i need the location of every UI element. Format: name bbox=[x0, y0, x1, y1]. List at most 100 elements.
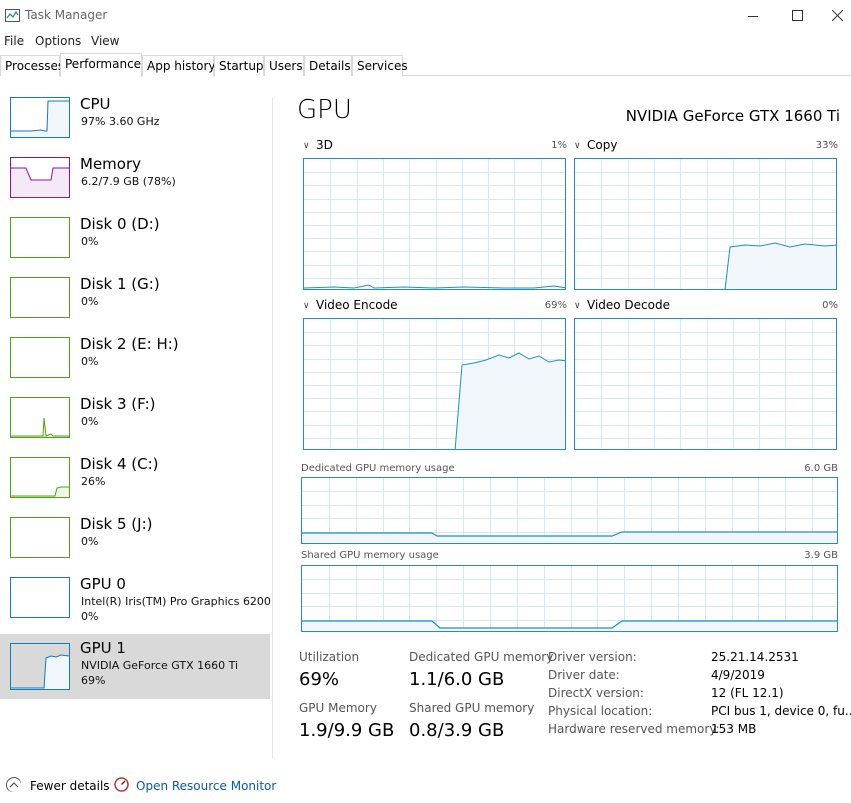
driver-version-label: Driver version: bbox=[548, 650, 637, 664]
dedicated-memory-label: Dedicated GPU memory bbox=[409, 650, 554, 664]
engine-selector-copy[interactable]: ∨ Copy bbox=[574, 138, 617, 152]
disk-4-sparkline bbox=[11, 486, 69, 497]
dedicated-memory-value: 1.1/6.0 GB bbox=[409, 669, 505, 690]
sidebar-item-detail: 97% 3.60 GHz bbox=[81, 115, 160, 128]
engine-selector-3d[interactable]: ∨ 3D bbox=[303, 138, 333, 152]
fewer-details-label: Fewer details bbox=[30, 779, 110, 793]
shared-memory-value: 0.8/3.9 GB bbox=[409, 720, 505, 741]
menu-file[interactable]: File bbox=[4, 34, 24, 48]
sidebar-item-detail: 6.2/7.9 GB (78%) bbox=[81, 175, 176, 188]
sidebar-item-title: Memory bbox=[80, 155, 142, 173]
sidebar-item-disk-0[interactable]: Disk 0 (D:) 0% bbox=[0, 210, 270, 270]
engine-name: 3D bbox=[316, 138, 333, 152]
graph-shared-memory bbox=[301, 565, 838, 632]
sidebar-item-disk-3[interactable]: Disk 3 (F:) 0% bbox=[0, 390, 270, 450]
disk-1-thumbnail-graph bbox=[10, 277, 70, 318]
engine-percent: 1% bbox=[551, 140, 567, 151]
engine-name: Video Encode bbox=[316, 298, 398, 312]
sidebar-item-title: Disk 1 (G:) bbox=[80, 275, 160, 293]
gpu-model-name: NVIDIA GeForce GTX 1660 Ti bbox=[625, 107, 840, 125]
task-manager-window: Task Manager File Options View Processes… bbox=[0, 0, 851, 803]
physical-location-label: Physical location: bbox=[548, 704, 653, 718]
graph-copy-fill bbox=[725, 243, 836, 289]
sidebar-item-title: Disk 4 (C:) bbox=[80, 455, 159, 473]
sidebar-item-gpu-0[interactable]: GPU 0 Intel(R) Iris(TM) Pro Graphics 620… bbox=[0, 570, 271, 630]
utilization-label: Utilization bbox=[299, 650, 360, 664]
tab-performance[interactable]: Performance bbox=[60, 53, 142, 77]
menu-options[interactable]: Options bbox=[35, 34, 81, 48]
chevron-up-circle-icon bbox=[6, 777, 21, 792]
title-bar: Task Manager bbox=[0, 0, 851, 31]
tab-processes[interactable]: Processes bbox=[0, 55, 64, 76]
sidebar-item-title: Disk 3 (F:) bbox=[80, 395, 156, 413]
sidebar-item-detail: 0% bbox=[81, 235, 99, 248]
sidebar-item-gpu-1[interactable]: GPU 1 NVIDIA GeForce GTX 1660 Ti 69% bbox=[0, 634, 270, 699]
sidebar-item-memory[interactable]: Memory 6.2/7.9 GB (78%) bbox=[0, 150, 270, 210]
graph-3d-svg bbox=[304, 159, 565, 289]
graph-copy bbox=[574, 158, 837, 290]
menu-bar: File Options View bbox=[0, 31, 851, 51]
maximize-icon bbox=[792, 10, 803, 21]
graph-dedicated-memory bbox=[301, 477, 838, 544]
task-manager-app-icon bbox=[5, 9, 20, 22]
minimize-button[interactable] bbox=[730, 0, 775, 31]
sidebar-item-percent: 0% bbox=[81, 610, 99, 623]
sidebar-item-disk-1[interactable]: Disk 1 (G:) 0% bbox=[0, 270, 270, 330]
disk-5-thumbnail-graph bbox=[10, 517, 70, 558]
disk-3-thumbnail-graph bbox=[10, 397, 70, 438]
menu-view[interactable]: View bbox=[91, 34, 119, 48]
engine-percent: 33% bbox=[815, 140, 838, 151]
sidebar-item-cpu[interactable]: CPU 97% 3.60 GHz bbox=[0, 90, 270, 150]
tab-startup[interactable]: Startup bbox=[214, 55, 264, 76]
sidebar-item-detail: 0% bbox=[81, 355, 99, 368]
sidebar-item-title: Disk 0 (D:) bbox=[80, 215, 160, 233]
sidebar-item-title: Disk 5 (J:) bbox=[80, 515, 153, 533]
resource-monitor-icon bbox=[114, 777, 129, 792]
engine-selector-video-encode[interactable]: ∨ Video Encode bbox=[303, 298, 398, 312]
sidebar-item-disk-5[interactable]: Disk 5 (J:) 0% bbox=[0, 510, 270, 570]
chevron-down-icon: ∨ bbox=[574, 301, 581, 311]
tab-app-history[interactable]: App history bbox=[142, 55, 216, 76]
gpu-1-thumbnail-graph bbox=[10, 643, 70, 690]
shared-memory-graph-label: Shared GPU memory usage bbox=[301, 550, 439, 561]
dedicated-memory-max: 6.0 GB bbox=[804, 463, 838, 474]
gpu-1-sparkline bbox=[11, 654, 70, 689]
hardware-reserved-memory-value: 153 MB bbox=[711, 722, 757, 736]
engine-percent: 69% bbox=[544, 300, 567, 311]
memory-sparkline bbox=[11, 167, 69, 197]
sidebar-item-detail: 0% bbox=[81, 535, 99, 548]
graph-3d-line bbox=[304, 284, 565, 289]
chevron-down-icon: ∨ bbox=[303, 141, 310, 151]
sidebar-item-title: CPU bbox=[80, 95, 111, 113]
memory-thumbnail-graph bbox=[10, 157, 70, 198]
gpu-0-thumbnail-graph bbox=[10, 577, 70, 618]
tab-services[interactable]: Services bbox=[352, 55, 408, 76]
cpu-sparkline bbox=[11, 100, 69, 137]
sidebar-item-disk-2[interactable]: Disk 2 (E: H:) 0% bbox=[0, 330, 270, 390]
graph-grid bbox=[575, 319, 836, 449]
sidebar-item-detail: Intel(R) Iris(TM) Pro Graphics 6200 bbox=[81, 595, 271, 608]
directx-version-value: 12 (FL 12.1) bbox=[711, 686, 784, 700]
sidebar-item-disk-4[interactable]: Disk 4 (C:) 26% bbox=[0, 450, 270, 510]
sidebar-item-title: GPU 0 bbox=[80, 575, 126, 593]
sidebar-item-detail: NVIDIA GeForce GTX 1660 Ti bbox=[81, 659, 239, 672]
maximize-button[interactable] bbox=[775, 0, 820, 31]
close-button[interactable] bbox=[815, 0, 851, 31]
physical-location-value: PCI bus 1, device 0, fu... bbox=[711, 704, 851, 718]
chevron-down-icon: ∨ bbox=[303, 301, 310, 311]
dedicated-memory-graph-label: Dedicated GPU memory usage bbox=[301, 463, 455, 474]
graph-dedicated-fill bbox=[302, 532, 837, 543]
engine-selector-video-decode[interactable]: ∨ Video Decode bbox=[574, 298, 670, 312]
cpu-thumbnail-graph bbox=[10, 97, 70, 138]
shared-memory-label: Shared GPU memory bbox=[409, 701, 535, 715]
page-title: GPU bbox=[297, 95, 352, 125]
engine-name: Video Decode bbox=[587, 298, 670, 312]
sidebar-item-title: GPU 1 bbox=[80, 639, 126, 657]
sidebar-item-detail: 0% bbox=[81, 295, 99, 308]
utilization-value: 69% bbox=[299, 669, 340, 690]
graph-grid bbox=[304, 159, 565, 289]
gpu-memory-value: 1.9/9.9 GB bbox=[299, 720, 395, 741]
tab-details[interactable]: Details bbox=[304, 55, 352, 76]
graph-video-encode-svg bbox=[304, 319, 565, 449]
tab-users[interactable]: Users bbox=[264, 55, 304, 76]
